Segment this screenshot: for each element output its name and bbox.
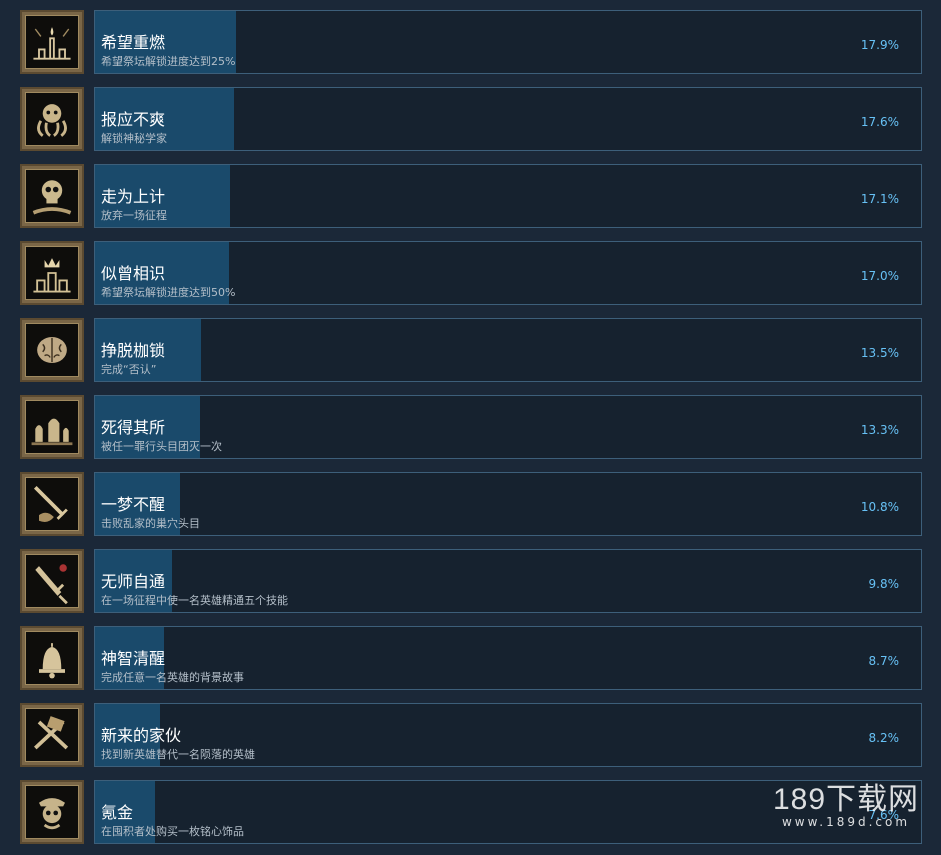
watermark-url: www.189d.com (781, 815, 911, 829)
achievement-icon-frame (20, 318, 84, 382)
bell-icon (25, 631, 79, 685)
achievement-row[interactable]: 报应不爽解锁神秘学家 17.6% (0, 87, 941, 153)
achievement-description: 在一场征程中使一名英雄精通五个技能 (101, 594, 288, 607)
achievement-description: 解锁神秘学家 (101, 132, 167, 145)
crown-altar-icon (25, 246, 79, 300)
unlock-percentage: 8.7% (868, 654, 900, 668)
candle-altar-icon (25, 15, 79, 69)
achievement-card[interactable]: 走为上计放弃一场征程 17.1% (94, 164, 922, 228)
unlock-percentage: 10.8% (860, 500, 899, 514)
achievement-title: 无师自通 (101, 572, 166, 591)
achievement-title: 死得其所 (101, 418, 166, 437)
achievement-card[interactable]: 挣脱枷锁完成“否认” 13.5% (94, 318, 922, 382)
brain-icon (25, 323, 79, 377)
achievement-icon-frame (20, 472, 84, 536)
achievement-title: 神智清醒 (101, 649, 166, 668)
achievement-icon-frame (20, 87, 84, 151)
achievement-row[interactable]: 神智清醒完成任意一名英雄的背景故事 8.7% (0, 626, 941, 692)
achievement-card[interactable]: 希望重燃希望祭坛解锁进度达到25% 17.9% (94, 10, 922, 74)
tentacle-face-icon (25, 92, 79, 146)
unlock-percentage: 17.9% (860, 38, 899, 52)
achievement-card[interactable]: 死得其所被任一罪行头目团灭一次 13.3% (94, 395, 922, 459)
achievement-icon-frame (20, 395, 84, 459)
achievement-title: 似曾相识 (101, 264, 166, 283)
achievement-title: 新来的家伙 (101, 726, 182, 745)
achievement-icon-frame (20, 164, 84, 228)
achievement-card[interactable]: 新来的家伙找到新英雄替代一名陨落的英雄 8.2% (94, 703, 922, 767)
achievement-description: 完成任意一名英雄的背景故事 (101, 671, 244, 684)
achievement-title: 报应不爽 (101, 110, 166, 129)
sword-hand-icon (25, 477, 79, 531)
watermark-logo-text: 189下载网 (772, 783, 920, 816)
achievement-description: 放弃一场征程 (101, 209, 167, 222)
achievement-icon-frame (20, 703, 84, 767)
unlock-percentage: 17.0% (860, 269, 899, 283)
achievement-row[interactable]: 无师自通在一场征程中使一名英雄精通五个技能 9.8% (0, 549, 941, 615)
achievement-description: 找到新英雄替代一名陨落的英雄 (101, 748, 255, 761)
achievement-card[interactable]: 似曾相识希望祭坛解锁进度达到50% 17.0% (94, 241, 922, 305)
achievement-icon-frame (20, 626, 84, 690)
achievement-title: 挣脱枷锁 (101, 341, 166, 360)
achievement-card[interactable]: 一梦不醒击败乱家的巢穴头目 10.8% (94, 472, 922, 536)
achievement-title: 氪金 (101, 803, 134, 822)
achievement-description: 击败乱家的巢穴头目 (101, 517, 200, 530)
achievement-card[interactable]: 无师自通在一场征程中使一名英雄精通五个技能 9.8% (94, 549, 922, 613)
pirate-skull-icon (25, 785, 79, 839)
achievement-description: 被任一罪行头目团灭一次 (101, 440, 222, 453)
unlock-percentage: 17.1% (860, 192, 899, 206)
achievement-row[interactable]: 希望重燃希望祭坛解锁进度达到25% 17.9% (0, 10, 941, 76)
gravestones-icon (25, 400, 79, 454)
achievement-title: 希望重燃 (101, 33, 166, 52)
achievement-row[interactable]: 似曾相识希望祭坛解锁进度达到50% 17.0% (0, 241, 941, 307)
achievement-row[interactable]: 挣脱枷锁完成“否认” 13.5% (0, 318, 941, 384)
unlock-percentage: 13.3% (860, 423, 899, 437)
achievement-title: 走为上计 (101, 187, 166, 206)
achievement-row[interactable]: 一梦不醒击败乱家的巢穴头目 10.8% (0, 472, 941, 538)
achievement-card[interactable]: 报应不爽解锁神秘学家 17.6% (94, 87, 922, 151)
achievement-description: 完成“否认” (101, 363, 157, 376)
achievement-row[interactable]: 死得其所被任一罪行头目团灭一次 13.3% (0, 395, 941, 461)
achievement-icon-frame (20, 780, 84, 844)
achievement-icon-frame (20, 241, 84, 305)
achievement-description: 在囤积者处购买一枚铭心饰品 (101, 825, 244, 838)
achievement-card[interactable]: 神智清醒完成任意一名英雄的背景故事 8.7% (94, 626, 922, 690)
crossed-weapons-icon (25, 708, 79, 762)
achievement-title: 一梦不醒 (101, 495, 166, 514)
unlock-percentage: 13.5% (860, 346, 899, 360)
skull-bones-icon (25, 169, 79, 223)
achievement-icon-frame (20, 10, 84, 74)
achievement-row[interactable]: 走为上计放弃一场征程 17.1% (0, 164, 941, 230)
unlock-percentage: 17.6% (860, 115, 899, 129)
achievement-description: 希望祭坛解锁进度达到25% (101, 55, 236, 68)
site-watermark: 189下载网 www.189d.com (756, 783, 936, 829)
unlock-percentage: 9.8% (868, 577, 900, 591)
achievement-description: 希望祭坛解锁进度达到50% (101, 286, 236, 299)
unlock-percentage: 8.2% (868, 731, 900, 745)
dagger-icon (25, 554, 79, 608)
achievement-icon-frame (20, 549, 84, 613)
achievement-row[interactable]: 新来的家伙找到新英雄替代一名陨落的英雄 8.2% (0, 703, 941, 769)
